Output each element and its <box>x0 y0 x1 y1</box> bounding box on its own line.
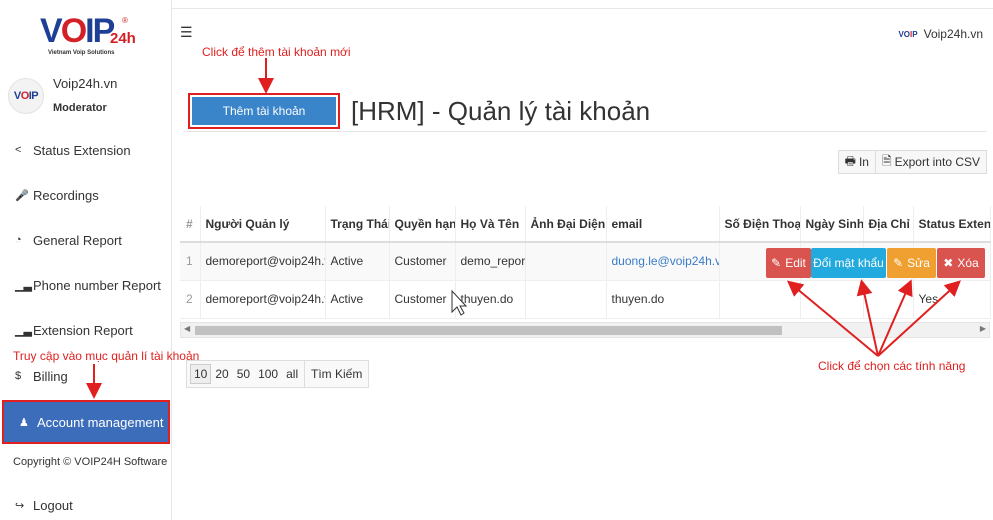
horizontal-scrollbar[interactable]: ◀ ▶ <box>180 322 990 338</box>
sidebar-item-general-report[interactable]: ◔ General Report <box>0 219 170 261</box>
search-button[interactable]: Tìm Kiếm <box>304 360 370 388</box>
share-icon: < <box>15 144 22 156</box>
column-header[interactable]: Họ Và Tên <box>455 206 526 243</box>
title-divider <box>183 131 987 132</box>
page-title: [HRM] - Quản lý tài khoản <box>351 96 651 126</box>
user-name: Voip24h.vn <box>53 76 118 91</box>
scroll-right-icon[interactable]: ▶ <box>980 324 986 333</box>
edit-icon: ✎ <box>893 256 904 270</box>
user-icon: ♟ <box>19 416 29 429</box>
add-account-button[interactable]: Thêm tài khoản <box>188 93 340 129</box>
column-header[interactable]: email <box>606 206 720 243</box>
column-header[interactable]: Quyền hạn <box>389 206 456 243</box>
bar-chart-icon: ▁▃ <box>15 279 32 292</box>
column-header[interactable]: Ngày Sinh <box>800 206 864 243</box>
sidebar-item-status-extension[interactable]: < Status Extension <box>0 129 170 171</box>
file-icon: 🗎 <box>881 153 892 168</box>
table-header: # Người Quản lý Trạng Thái Quyền hạn Họ … <box>180 206 991 243</box>
hamburger-menu-icon[interactable]: ☰ <box>180 24 193 41</box>
sidebar: VOIP 24h ® Vietnam Voip Solutions V O IP V… <box>0 0 172 520</box>
sidebar-item-extension-report[interactable]: ▁▃ Extension Report <box>0 309 170 351</box>
column-header[interactable]: Người Quản lý <box>200 206 326 243</box>
table-toolbar: 🖶 In 🗎 Export into CSV <box>837 150 987 174</box>
page-size-option[interactable]: 50 <box>233 367 254 381</box>
change-password-button[interactable]: Đổi mật khẩu <box>811 248 886 278</box>
header-user-label: Voip24h.vn <box>923 27 983 41</box>
voip24h-logo[interactable]: VOIP 24h ® Vietnam Voip Solutions <box>40 12 140 58</box>
page-size-option[interactable]: 100 <box>254 367 282 381</box>
microphone-icon: 🎤 <box>15 189 29 202</box>
annotation-menu-hint: Truy cập vào mục quản lí tài khoản <box>13 349 200 363</box>
header-divider <box>172 8 993 9</box>
column-header[interactable]: Số Điện Thoại <box>719 206 801 243</box>
pencil-square-icon: ✎ <box>771 256 782 270</box>
column-header[interactable]: Địa Chỉ <box>863 206 914 243</box>
column-header[interactable]: Status Extension <box>913 206 991 243</box>
column-header[interactable]: # <box>180 206 201 243</box>
annotation-add-hint: Click để thêm tài khoản mới <box>202 45 351 59</box>
scrollbar-thumb[interactable] <box>195 326 782 335</box>
page-size-option[interactable]: 10 <box>190 364 212 384</box>
email-link[interactable]: duong.le@voip24h.vn <box>606 242 720 281</box>
sidebar-item-phone-number-report[interactable]: ▁▃ Phone number Report <box>0 264 170 306</box>
pie-chart-icon: ◔ <box>15 234 22 246</box>
annotation-actions-hint: Click để chọn các tính năng <box>818 359 966 373</box>
sidebar-item-recordings[interactable]: 🎤 Recordings <box>0 174 170 216</box>
dollar-icon: $ <box>15 370 22 382</box>
avatar: V O IP <box>8 78 44 114</box>
logout-link[interactable]: ↪ Logout <box>0 484 170 520</box>
close-icon: ✖ <box>943 256 954 270</box>
modify-button[interactable]: ✎ Sửa <box>887 248 936 278</box>
user-panel: V O IP Voip24h.vn Moderator <box>0 66 172 124</box>
table-row[interactable]: 2 demoreport@voip24h.vn Active Customer … <box>180 280 991 319</box>
page-size-option[interactable]: all <box>282 367 302 381</box>
printer-icon: 🖶 <box>844 153 856 168</box>
user-role: Moderator <box>53 102 107 114</box>
scroll-left-icon[interactable]: ◀ <box>184 324 190 333</box>
print-button[interactable]: 🖶 In <box>837 150 876 174</box>
delete-button[interactable]: ✖ Xóa <box>937 248 985 278</box>
header-user[interactable]: VOIP Voip24h.vn <box>898 27 983 41</box>
column-header[interactable]: Ảnh Đại Diện <box>525 206 607 243</box>
logout-icon: ↪ <box>15 499 25 512</box>
export-csv-button[interactable]: 🗎 Export into CSV <box>874 150 987 174</box>
page-size-option[interactable]: 20 <box>211 367 232 381</box>
sidebar-item-account-management[interactable]: ♟ Account management <box>2 400 170 444</box>
copyright: Copyright © VOIP24H Software <box>13 456 168 468</box>
edit-button[interactable]: ✎ Edit <box>766 248 811 278</box>
bar-chart-icon: ▁▃ <box>15 324 32 337</box>
column-header[interactable]: Trạng Thái <box>325 206 390 243</box>
mini-logo: VOIP <box>898 29 918 39</box>
page-size-selector: 10 20 50 100 all <box>186 360 307 388</box>
